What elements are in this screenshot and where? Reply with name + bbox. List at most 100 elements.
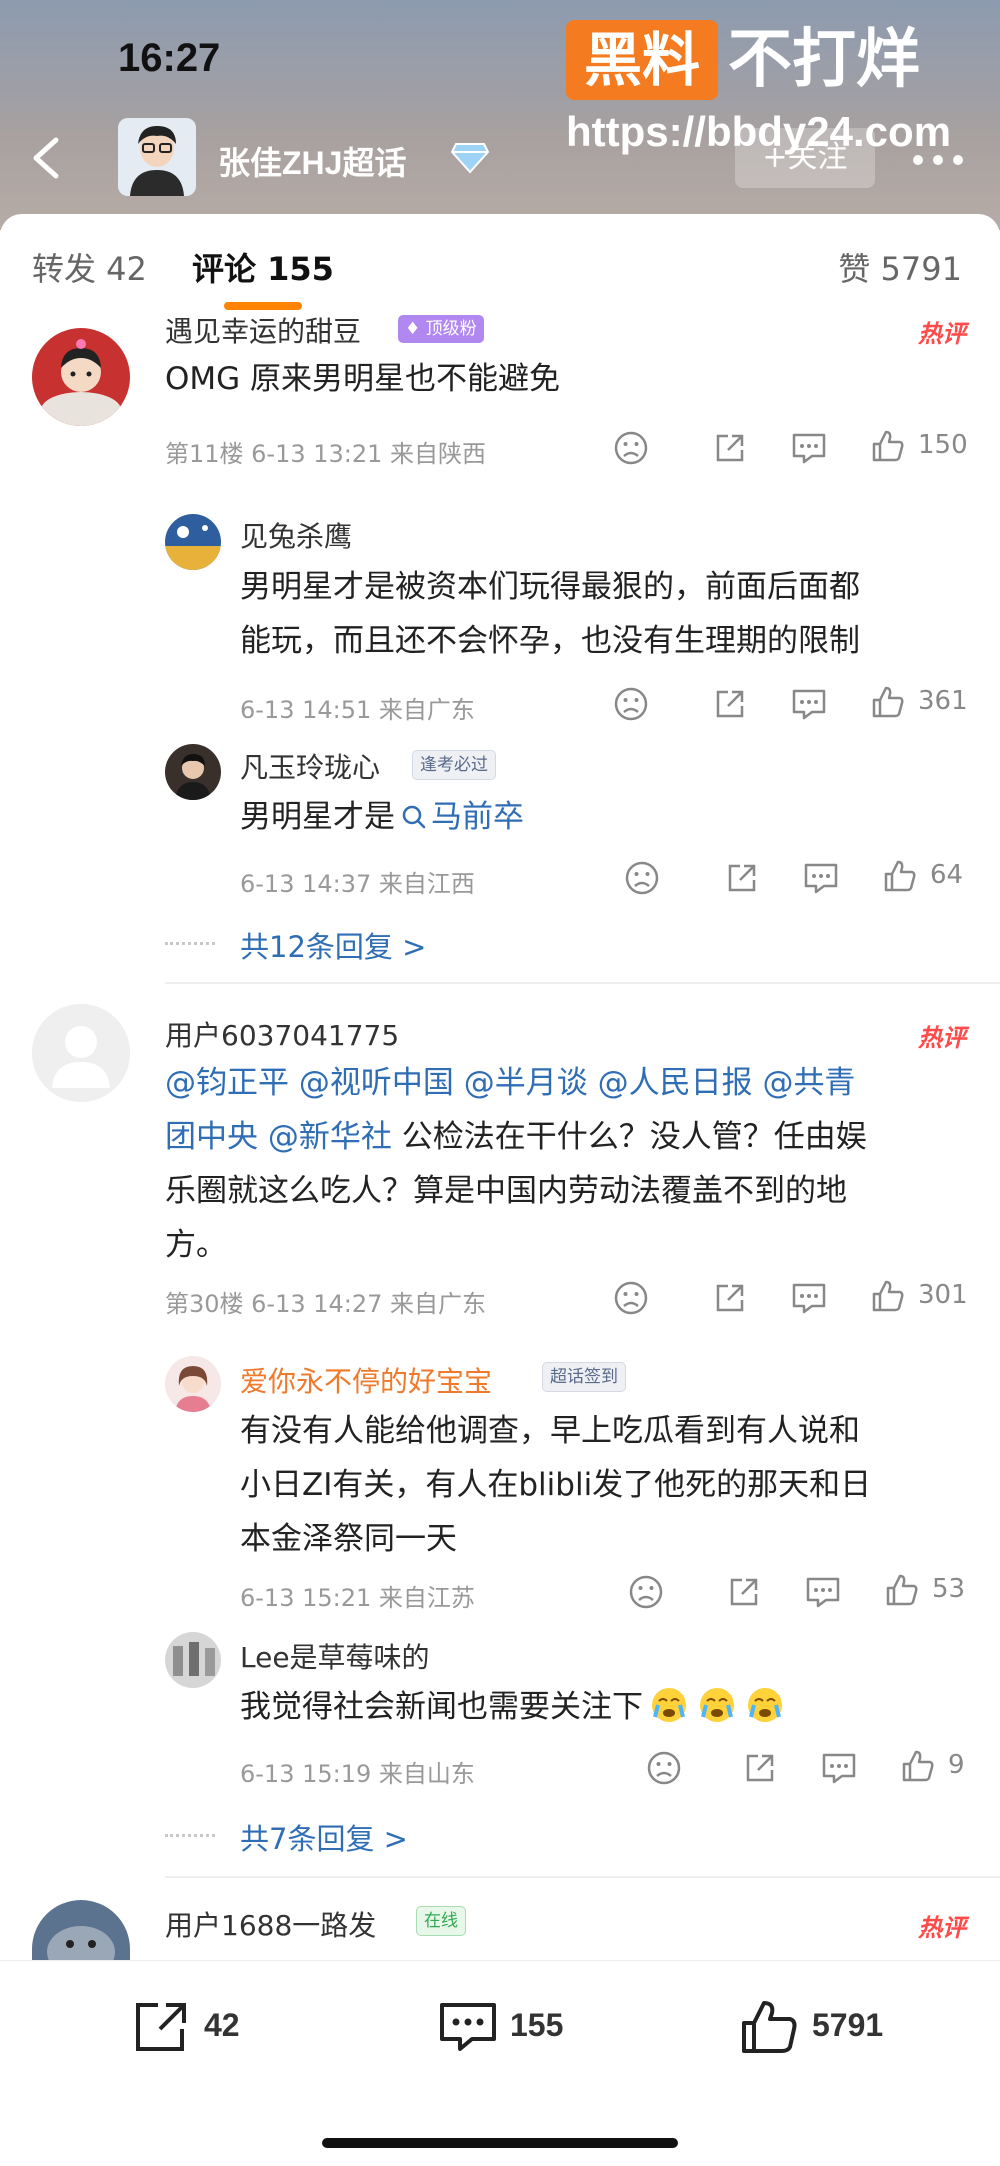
- reply-button[interactable]: [820, 1750, 858, 1790]
- reply-meta: 6-13 15:21 来自江苏: [240, 1584, 475, 1612]
- diamond-icon: [450, 140, 490, 176]
- thumbs-up-icon: [902, 1750, 934, 1782]
- frown-icon: [614, 1281, 648, 1315]
- comment-text-line: 乐圈就这么吃人？算是中国内劳动法覆盖不到的地: [165, 1173, 847, 1209]
- username[interactable]: 遇见幸运的甜豆: [165, 310, 361, 350]
- repost-button[interactable]: 42: [130, 1997, 290, 2057]
- like-count: 9: [948, 1750, 965, 1780]
- like-count: 5791: [812, 2007, 884, 2043]
- header: 16:27 张佳ZHJ超话 +关注 黑料 不打烊 https://bbdy24.…: [0, 0, 1000, 230]
- dislike-button[interactable]: [613, 430, 649, 470]
- avatar[interactable]: [165, 744, 221, 800]
- comments-panel: 转发 42 评论 155 赞 5791 遇见幸运的甜豆 ♦ 顶级粉 热评 OMG…: [0, 214, 1000, 2166]
- share-button[interactable]: [724, 860, 760, 900]
- repost-count: 42: [204, 2007, 240, 2043]
- comment-item: 遇见幸运的甜豆 ♦ 顶级粉 热评 OMG 原来男明星也不能避免 第11楼 6-1…: [0, 310, 1000, 964]
- like-button[interactable]: 5791: [738, 1997, 918, 2057]
- hot-comment-tag: 热评: [918, 1914, 966, 1942]
- username[interactable]: Lee是草莓味的: [240, 1636, 430, 1676]
- like-button[interactable]: 361: [870, 684, 990, 724]
- comment-icon: [804, 863, 838, 894]
- tab-like[interactable]: 赞 5791: [838, 244, 962, 290]
- like-button[interactable]: 301: [870, 1278, 990, 1318]
- share-button[interactable]: [712, 686, 748, 726]
- chevron-left-icon: [33, 137, 59, 179]
- reply-text-line: 有没有人能给他调查，早上吃瓜看到有人说和: [240, 1413, 860, 1449]
- username[interactable]: 凡玉玲珑心: [240, 746, 380, 786]
- back-button[interactable]: [22, 128, 72, 188]
- reply-button[interactable]: [790, 430, 828, 470]
- dots-divider: [165, 1834, 215, 1837]
- like-count: 53: [932, 1574, 966, 1604]
- search-link[interactable]: 马前卒: [395, 799, 524, 835]
- crying-emoji-icon: [689, 1688, 737, 1725]
- reply-button[interactable]: [790, 1280, 828, 1320]
- dislike-button[interactable]: [624, 860, 660, 900]
- like-count: 301: [918, 1280, 968, 1310]
- reply-text: 男明星才是 马前卒: [240, 790, 524, 844]
- more-replies-link[interactable]: 共12条回复 >: [240, 924, 426, 966]
- share-button[interactable]: [712, 430, 748, 470]
- avatar[interactable]: [32, 1004, 130, 1102]
- search-icon: [402, 805, 426, 829]
- avatar[interactable]: [32, 328, 130, 426]
- comment-meta: 第30楼 6-13 14:27 来自广东: [165, 1290, 487, 1318]
- comment-icon: [792, 433, 826, 464]
- topic-title[interactable]: 张佳ZHJ超话: [218, 138, 406, 184]
- tab-comment[interactable]: 评论 155: [192, 244, 334, 290]
- avatar[interactable]: [165, 1632, 221, 1688]
- like-button[interactable]: 9: [900, 1748, 990, 1788]
- avatar[interactable]: [165, 1356, 221, 1412]
- dislike-button[interactable]: [628, 1574, 664, 1614]
- like-button[interactable]: 53: [884, 1572, 994, 1612]
- share-button[interactable]: [712, 1280, 748, 1320]
- share-icon: [136, 2003, 186, 2051]
- hot-comment-tag: 热评: [918, 1024, 966, 1052]
- thumbs-up-icon: [872, 686, 904, 718]
- mention[interactable]: @人民日报: [598, 1065, 753, 1101]
- mention[interactable]: @钧正平: [165, 1065, 289, 1101]
- frown-icon: [614, 687, 648, 721]
- mention[interactable]: @视听中国: [299, 1065, 454, 1101]
- share-icon: [716, 434, 744, 462]
- share-icon: [728, 864, 756, 892]
- mention[interactable]: 团中央 @新华社: [165, 1119, 392, 1155]
- dislike-button[interactable]: [613, 1280, 649, 1320]
- home-indicator[interactable]: [322, 2138, 678, 2148]
- reply-text-line: 小日ZI有关，有人在blibli发了他死的那天和日: [240, 1467, 872, 1503]
- exam-badge: 逢考必过: [412, 750, 496, 780]
- more-replies-link[interactable]: 共7条回复 >: [240, 1816, 408, 1858]
- reply-text: 我觉得社会新闻也需要关注下: [240, 1680, 785, 1734]
- comment-button[interactable]: 155: [436, 1997, 596, 2057]
- share-button[interactable]: [726, 1574, 762, 1614]
- tab-repost[interactable]: 转发 42: [32, 244, 147, 290]
- topic-avatar[interactable]: [118, 118, 196, 196]
- username[interactable]: 见兔杀鹰: [240, 515, 352, 555]
- divider: [165, 1876, 1000, 1878]
- username[interactable]: 爱你永不停的好宝宝: [240, 1360, 492, 1400]
- like-button[interactable]: 150: [870, 428, 990, 468]
- like-count: 64: [930, 860, 964, 890]
- like-count: 150: [918, 430, 968, 460]
- reply-button[interactable]: [804, 1574, 842, 1614]
- reply-button[interactable]: [802, 860, 840, 900]
- avatar[interactable]: [165, 514, 221, 570]
- comment-meta: 第11楼 6-13 13:21 来自陕西: [165, 440, 487, 468]
- share-button[interactable]: [742, 1750, 778, 1790]
- comment-icon: [792, 689, 826, 720]
- checkin-badge: 超话签到: [542, 1362, 626, 1392]
- hot-comment-tag: 热评: [918, 320, 966, 348]
- tab-bar: 转发 42 评论 155 赞 5791: [0, 214, 1000, 316]
- mention[interactable]: @共青: [762, 1065, 855, 1101]
- reply-button[interactable]: [790, 686, 828, 726]
- mention[interactable]: @半月谈: [464, 1065, 588, 1101]
- username[interactable]: 用户1688一路发: [165, 1904, 376, 1944]
- avatar[interactable]: [32, 1900, 130, 1960]
- dislike-button[interactable]: [646, 1750, 682, 1790]
- reply-meta: 6-13 14:37 来自江西: [240, 870, 475, 898]
- like-button[interactable]: 64: [882, 858, 992, 898]
- username[interactable]: 用户6037041775: [165, 1014, 399, 1054]
- reply-text-line: 本金泽祭同一天: [240, 1521, 457, 1557]
- dislike-button[interactable]: [613, 686, 649, 726]
- frown-icon: [629, 1575, 663, 1609]
